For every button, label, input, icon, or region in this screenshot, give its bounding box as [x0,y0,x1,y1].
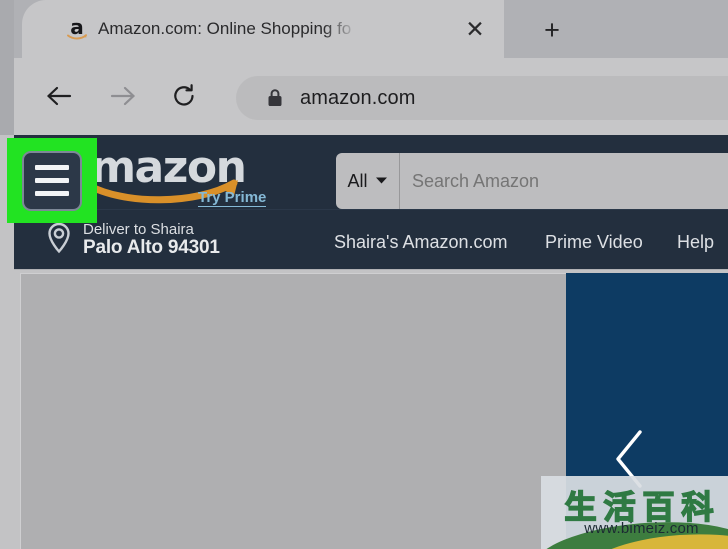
back-button[interactable] [42,80,78,116]
new-tab-button[interactable]: + [530,11,574,51]
back-arrow-icon [45,83,75,114]
page-content: 生活百科 www.bimeiz.com [14,270,728,549]
lock-icon [266,88,284,108]
amazon-a-icon: a [64,14,90,44]
browser-tab-amazon[interactable]: a Amazon.com: Online Shopping fo ✕ [22,0,504,58]
deliver-location-label: Palo Alto 94301 [83,237,220,259]
nav-link-prime-video[interactable]: Prime Video [545,232,643,253]
browser-window: a Amazon.com: Online Shopping fo ✕ + ama… [0,0,728,549]
reload-icon [170,82,198,115]
amazon-search-bar: All [336,153,728,209]
browser-toolbar: amazon.com [14,58,728,135]
hamburger-highlight-box [7,138,97,223]
watermark-url-text: www.bimeiz.com [584,520,699,537]
url-text: amazon.com [300,86,416,109]
nav-link-help[interactable]: Help [677,232,714,253]
location-pin-icon [44,220,74,261]
nav-link-shairas-amazon[interactable]: Shaira's Amazon.com [334,232,508,253]
hamburger-icon-line-1 [35,165,69,170]
tab-close-button[interactable]: ✕ [462,17,488,43]
hamburger-icon-line-3 [35,191,69,196]
chevron-down-icon [375,172,388,190]
site-watermark: 生活百科 www.bimeiz.com [541,476,728,549]
amazon-subnav: Deliver to Shaira Palo Alto 94301 Shaira… [14,209,728,269]
page-viewport: amazon Try Prime All Search Amazon Deliv… [14,135,728,549]
tab-title: Amazon.com: Online Shopping fo [98,19,352,38]
amazon-header: amazon Try Prime All [14,135,728,209]
content-panel-left [20,273,566,549]
search-category-dropdown[interactable]: All [336,153,400,209]
reload-button[interactable] [166,80,202,116]
hamburger-icon-line-2 [35,178,69,183]
svg-text:a: a [70,15,84,39]
tab-strip: a Amazon.com: Online Shopping fo ✕ + [14,0,728,58]
window-left-edge [0,0,14,135]
forward-button [104,80,140,116]
try-prime-link[interactable]: Try Prime [198,190,267,207]
search-category-label: All [347,170,368,191]
deliver-to-button[interactable]: Deliver to Shaira Palo Alto 94301 [44,220,220,261]
search-input[interactable] [400,153,728,209]
deliver-to-label: Deliver to Shaira [83,221,194,239]
hamburger-menu-button[interactable] [22,150,82,211]
forward-arrow-icon [107,83,137,114]
address-bar[interactable]: amazon.com [236,76,728,120]
